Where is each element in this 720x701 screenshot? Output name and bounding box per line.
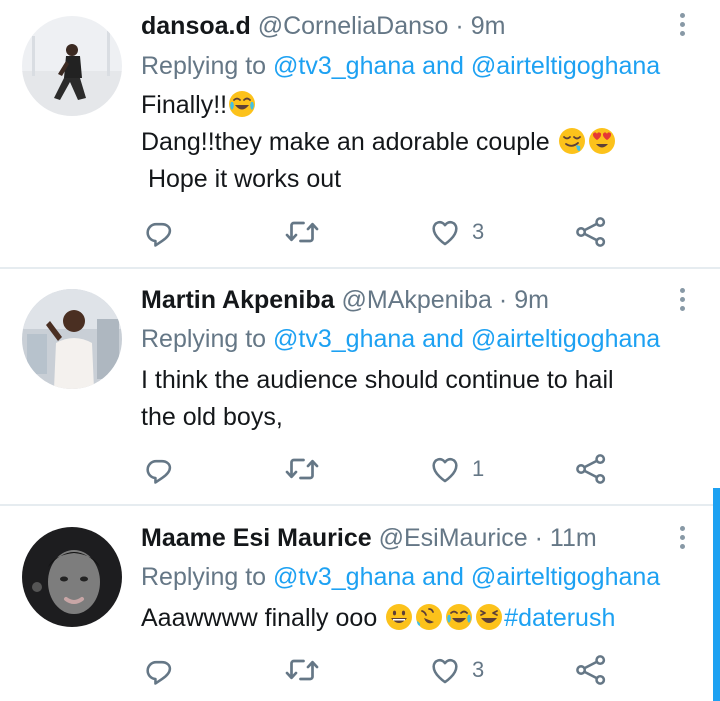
more-vertical-icon[interactable] [672,10,692,40]
reply-button[interactable] [142,650,176,690]
replying-prefix: Replying to [141,325,267,353]
reply-button[interactable] [142,212,176,252]
replying-to: Replying to @tv3_ghana and @airteltigogh… [141,51,660,81]
retweet-button[interactable] [284,650,320,690]
heart-eyes-emoji-icon [588,127,616,155]
tweet-actions: 1 [0,449,720,489]
joy-emoji-icon [228,90,256,118]
reply-mention-1[interactable]: @tv3_ghana [273,563,415,591]
display-name[interactable]: Maame Esi Maurice [141,524,372,552]
heart-icon [428,215,462,249]
share-icon [574,215,608,249]
retweet-icon [284,652,320,688]
tweet-3[interactable]: Maame Esi Maurice @EsiMaurice · 11m Repl… [0,506,720,701]
heart-icon [428,452,462,486]
like-button[interactable]: 1 [428,449,484,489]
retweet-button[interactable] [284,212,320,252]
display-name[interactable]: Martin Akpeniba [141,286,335,314]
share-button[interactable] [574,449,608,489]
reply-mention-2[interactable]: @airteltigoghana [471,563,660,591]
display-name[interactable]: dansoa.d [141,12,251,40]
timestamp[interactable]: 9m [471,12,506,40]
more-vertical-icon[interactable] [672,523,692,553]
replying-prefix: Replying to [141,563,267,591]
handle[interactable]: @EsiMaurice [379,524,528,552]
tweet-header: Martin Akpeniba @MAkpeniba · 9m [141,285,549,315]
separator: · [498,286,508,314]
scrollbar[interactable] [713,488,720,701]
reply-mention-2[interactable]: @airteltigoghana [471,325,660,353]
replying-to: Replying to @tv3_ghana and @airteltigogh… [141,562,660,592]
tweet-text-line-3: Hope it works out [141,165,342,193]
retweet-icon [284,214,320,250]
tweet-text-line-2: Dang!!they make an adorable couple [141,128,550,156]
reply-mention-1[interactable]: @tv3_ghana [273,52,415,80]
reply-mention-1[interactable]: @tv3_ghana [273,325,415,353]
tweet-text-line-2: the old boys, [141,403,283,431]
tweet-actions: 3 [0,650,720,690]
replying-prefix: Replying to [141,52,267,80]
grinning-emoji-icon [385,603,413,631]
tweet-text: I think the audience should continue to … [141,362,614,436]
share-button[interactable] [574,212,608,252]
avatar[interactable] [22,16,122,116]
reply-and: and [422,52,464,80]
reply-icon [142,215,176,249]
avatar[interactable] [22,527,122,627]
tweet-text: Aaawwww finally ooo #daterush [141,600,615,637]
joy-emoji-icon [445,603,473,631]
timestamp[interactable]: 11m [550,524,597,552]
hashtag-link[interactable]: #daterush [504,604,615,632]
tweet-header: Maame Esi Maurice @EsiMaurice · 11m [141,523,597,553]
tweet-text-line-1: I think the audience should continue to … [141,366,614,394]
tweet-actions: 3 [0,212,720,252]
share-icon [574,653,608,687]
tweet-2[interactable]: Martin Akpeniba @MAkpeniba · 9m Replying… [0,269,720,505]
retweet-icon [284,451,320,487]
share-icon [574,452,608,486]
laughing-emoji-icon [475,603,503,631]
like-count: 3 [472,657,485,682]
reply-icon [142,653,176,687]
like-count: 3 [472,219,485,244]
more-vertical-icon[interactable] [672,285,692,315]
rofl-emoji-icon [415,603,443,631]
tweet-header: dansoa.d @CorneliaDanso · 9m [141,11,505,41]
tweet-text-line-1: Aaawwww finally ooo [141,604,378,632]
reply-mention-2[interactable]: @airteltigoghana [471,52,660,80]
reply-and: and [422,325,464,353]
timestamp[interactable]: 9m [514,286,549,314]
like-button[interactable]: 3 [428,212,484,252]
reply-and: and [422,563,464,591]
tweet-replies-page: { "tweets": [ { "display_name": "dansoa.… [0,0,720,701]
retweet-button[interactable] [284,449,320,489]
heart-icon [428,653,462,687]
separator: · [534,524,543,552]
handle[interactable]: @MAkpeniba [342,286,492,314]
like-button[interactable]: 3 [428,650,484,690]
handle[interactable]: @CorneliaDanso [258,12,449,40]
like-count: 1 [472,456,485,481]
tweet-text-line-1: Finally!! [141,91,228,119]
tweet-text: Finally!! Dang!!they make an adorable co… [141,87,617,198]
reply-button[interactable] [142,449,176,489]
drooling-emoji-icon [558,127,586,155]
tweet-1[interactable]: dansoa.d @CorneliaDanso · 9m Replying to… [0,0,720,268]
reply-icon [142,452,176,486]
avatar[interactable] [22,289,122,389]
share-button[interactable] [574,650,608,690]
replying-to: Replying to @tv3_ghana and @airteltigogh… [141,324,660,354]
separator: · [455,12,464,40]
